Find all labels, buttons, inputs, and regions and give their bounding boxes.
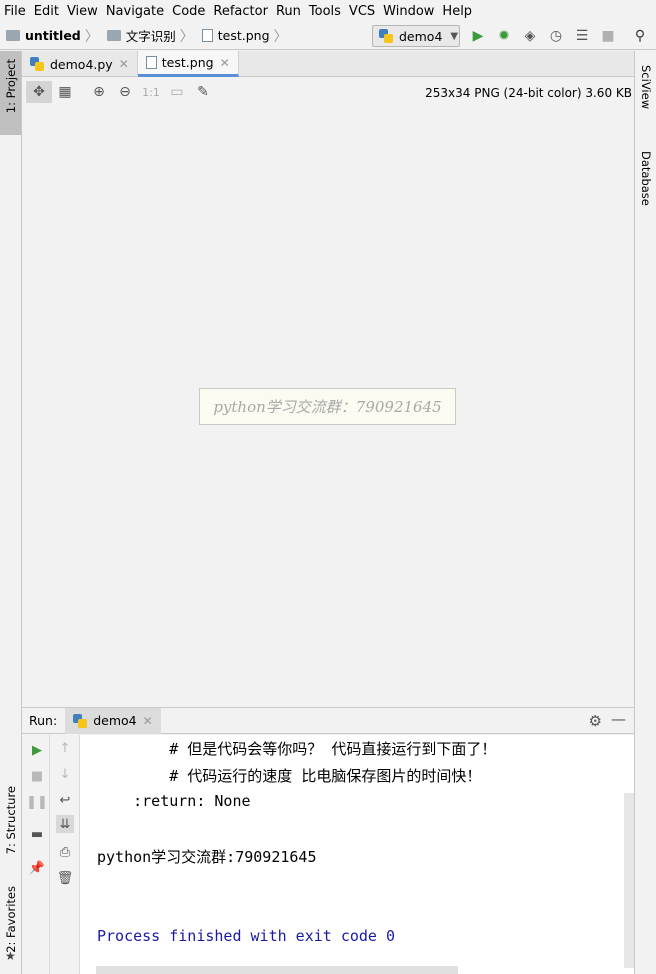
color-picker-icon[interactable]: ✎ (190, 81, 216, 103)
project-tool-tab[interactable]: 1: Project (0, 51, 21, 135)
menu-refactor[interactable]: Refactor (213, 4, 268, 19)
right-tool-strip: SciView Database (634, 51, 656, 974)
structure-tab[interactable]: 7: Structure (4, 786, 18, 854)
tab-test-png[interactable]: test.png ✕ (137, 51, 239, 77)
python-icon (73, 713, 88, 728)
console-output[interactable]: # 但是代码会等你吗？ 代码直接运行到下面了！ # 代码运行的速度 比电脑保存图… (80, 735, 634, 974)
left-tool-strip: 1: Project 7: Structure 2: Favorites ★ (0, 51, 22, 974)
menu-navigate[interactable]: Navigate (106, 4, 164, 19)
breadcrumb-folder-label: 文字识别 (125, 29, 176, 44)
run-configuration-select[interactable]: demo4 ▼ (372, 25, 460, 47)
fit-zoom-icon[interactable]: ✥ (26, 81, 52, 103)
image-file-icon (145, 56, 157, 69)
trash-icon[interactable]: 🗑 (56, 869, 74, 887)
menu-run[interactable]: Run (276, 4, 301, 19)
image-file-icon (201, 29, 213, 42)
actual-size-button[interactable]: 1:1 (138, 81, 164, 103)
stop-icon[interactable]: ■ (599, 27, 617, 45)
close-icon[interactable]: ✕ (220, 56, 230, 70)
concurrency-icon[interactable]: ☰ (573, 27, 591, 45)
editor-tabs: demo4.py ✕ test.png ✕ (22, 51, 634, 77)
pin-icon[interactable]: 📌 (28, 859, 46, 877)
project-tab-label: 1: Project (4, 59, 18, 114)
down-arrow-icon[interactable]: ↓ (56, 765, 74, 783)
debug-icon[interactable]: ✹ (495, 27, 513, 45)
sciview-tab[interactable]: SciView (639, 65, 653, 109)
console-line-output: python学习交流群:790921645 (97, 848, 317, 866)
menu-code[interactable]: Code (172, 4, 205, 19)
chevron-right-icon: 〉 (84, 28, 99, 45)
print-icon[interactable]: ⎙ (56, 843, 74, 861)
gear-icon[interactable]: ⚙ (589, 712, 602, 730)
minimize-icon[interactable]: — (611, 710, 626, 728)
coverage-icon[interactable]: ◈ (521, 27, 539, 45)
menu-edit[interactable]: Edit (34, 4, 59, 19)
grid-icon[interactable]: ▦ (52, 81, 78, 103)
breadcrumb-project[interactable]: untitled 〉 (0, 26, 101, 46)
close-icon[interactable]: ✕ (143, 714, 153, 728)
profile-icon[interactable]: ◷ (547, 27, 565, 45)
chevron-down-icon: ▼ (450, 30, 459, 42)
console-line: # 但是代码会等你吗？ 代码直接运行到下面了！ (97, 740, 497, 758)
up-arrow-icon[interactable]: ↑ (56, 739, 74, 757)
run-panel-title: Run: (29, 713, 58, 728)
run-tab-label: demo4 (93, 713, 137, 728)
chevron-right-icon: 〉 (179, 28, 194, 45)
run-toolbar-secondary: ↑ ↓ ↩ ⇊ ⎙ 🗑 (50, 735, 80, 974)
rerun-icon[interactable]: ▶ (28, 741, 46, 759)
pause-icon[interactable]: ❚❚ (26, 793, 48, 811)
star-icon: ★ (5, 949, 16, 963)
run-tab-demo4[interactable]: demo4 ✕ (65, 707, 161, 734)
console-line: # 代码运行的速度 比电脑保存图片的时间快！ (97, 767, 482, 785)
console-line: :return: None (97, 792, 251, 810)
menu-view[interactable]: View (67, 4, 98, 19)
search-icon[interactable]: ⚲ (631, 27, 649, 45)
folder-icon (6, 30, 20, 41)
tab-demo4-py[interactable]: demo4.py ✕ (22, 51, 138, 77)
image-canvas: python学习交流群：790921645 (22, 106, 634, 706)
image-toolbar: ✥ ▦ ⊕ ⊖ 1:1 ▭ ✎ 253x34 PNG (24-bit color… (22, 78, 634, 106)
fit-image-icon[interactable]: ▭ (164, 81, 190, 103)
zoom-out-icon[interactable]: ⊖ (112, 81, 138, 103)
soft-wrap-icon[interactable]: ↩ (56, 791, 74, 809)
menu-help[interactable]: Help (442, 4, 472, 19)
tab-label: demo4.py (50, 56, 113, 72)
database-tab[interactable]: Database (639, 151, 653, 206)
breadcrumb-file-label: test.png (217, 28, 270, 43)
menu-window[interactable]: Window (383, 4, 434, 19)
console-process-finished: Process finished with exit code 0 (97, 927, 396, 945)
chevron-right-icon: 〉 (273, 28, 288, 45)
stop-icon[interactable]: ■ (28, 767, 46, 785)
layout-icon[interactable]: ▬ (28, 825, 46, 843)
run-panel-header: Run: demo4 ✕ ⚙ — (22, 707, 634, 734)
breadcrumb-project-label: untitled (25, 28, 81, 43)
tab-label: test.png (161, 55, 214, 70)
menu-tools[interactable]: Tools (309, 4, 341, 19)
breadcrumb-folder[interactable]: 文字识别 〉 (101, 26, 196, 46)
run-icon[interactable]: ▶ (469, 27, 487, 45)
run-configuration-label: demo4 (399, 28, 443, 44)
favorites-tab[interactable]: 2: Favorites (4, 886, 18, 953)
vertical-scrollbar[interactable] (624, 793, 634, 968)
python-icon (379, 29, 393, 43)
close-icon[interactable]: ✕ (119, 57, 129, 71)
displayed-image: python学习交流群：790921645 (199, 388, 456, 425)
image-info: 253x34 PNG (24-bit color) 3.60 KB (425, 86, 632, 100)
menu-vcs[interactable]: VCS (349, 4, 375, 19)
zoom-in-icon[interactable]: ⊕ (86, 81, 112, 103)
breadcrumb-file[interactable]: test.png 〉 (196, 26, 290, 46)
scroll-to-end-icon[interactable]: ⇊ (56, 815, 74, 833)
menu-file[interactable]: File (4, 4, 26, 19)
horizontal-scrollbar[interactable] (96, 966, 458, 974)
python-icon (30, 57, 44, 71)
folder-icon (106, 30, 121, 41)
run-toolbar-primary: ▶ ■ ❚❚ ▬ 📌 (22, 735, 50, 974)
menu-bar: File Edit View Navigate Code Refactor Ru… (0, 0, 656, 22)
image-text: python学习交流群：790921645 (213, 398, 442, 416)
